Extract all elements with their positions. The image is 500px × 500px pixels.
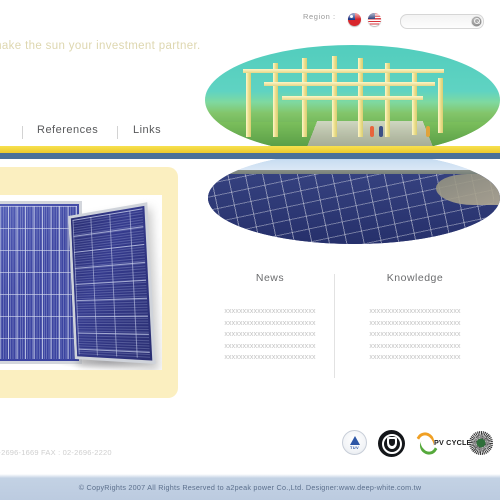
nav-separator — [22, 126, 23, 139]
search-icon[interactable] — [471, 15, 482, 27]
nav-item-links[interactable]: Links — [133, 124, 161, 136]
knowledge-section: Knowledge xxxxxxxxxxxxxxxxxxxxxxxxx xxxx… — [345, 272, 485, 364]
taiwan-flag[interactable] — [348, 13, 361, 26]
product-showcase-panel — [0, 167, 178, 398]
website-page: Region : make the sun your investment pa… — [0, 0, 500, 500]
solar-cell-grid — [0, 206, 77, 359]
pv-cycle-label: PV CYCLE — [434, 438, 472, 447]
tuv-certification-logo[interactable]: TUV — [342, 430, 367, 455]
solar-farm-photo — [208, 152, 500, 244]
news-item[interactable]: xxxxxxxxxxxxxxxxxxxxxxxxx — [200, 352, 340, 364]
usa-flag[interactable] — [368, 13, 381, 26]
solar-panel-tilted — [68, 202, 156, 364]
starburst-core — [476, 438, 486, 448]
nav-separator — [117, 126, 118, 139]
search-icon-handle — [477, 20, 481, 24]
certification-logos: TUV PV CYCLE — [342, 428, 494, 460]
tuv-triangle — [349, 436, 360, 445]
pv-cycle-logo[interactable]: PV CYCLE — [414, 428, 471, 459]
search-box[interactable] — [400, 14, 484, 30]
region-label: Region : — [303, 12, 336, 21]
news-heading: News — [255, 272, 285, 284]
footer-contact-info: ) 2-2696-1669 FAX : 02-2696-2220 — [0, 436, 112, 458]
knowledge-heading: Knowledge — [386, 272, 444, 284]
news-item[interactable]: xxxxxxxxxxxxxxxxxxxxxxxxx — [200, 341, 340, 353]
copyright-text: © CopyRights 2007 All Rights Reserved to… — [78, 483, 422, 492]
knowledge-item[interactable]: xxxxxxxxxxxxxxxxxxxxxxxxx — [345, 318, 485, 330]
flag-gloss — [348, 13, 361, 19]
copyright-bar: © CopyRights 2007 All Rights Reserved to… — [0, 474, 500, 500]
knowledge-item[interactable]: xxxxxxxxxxxxxxxxxxxxxxxxx — [345, 352, 485, 364]
solar-cell-grid — [72, 208, 151, 359]
footer-contact-line-2: 2-2696-1669 FAX : 02-2696-2220 — [0, 448, 112, 457]
footer-contact-line-1: ) — [0, 436, 112, 447]
flag-gloss — [368, 13, 381, 19]
polycrystalline-solar-panels[interactable] — [0, 195, 162, 370]
site-tagline: make the sun your investment partner. — [0, 40, 201, 52]
knowledge-item[interactable]: xxxxxxxxxxxxxxxxxxxxxxxxx — [345, 306, 485, 318]
blue-divider-bar — [0, 153, 500, 159]
starburst-certification-logo[interactable] — [468, 430, 494, 456]
safety-certification-logo[interactable] — [378, 430, 405, 457]
search-input[interactable] — [407, 15, 469, 30]
knowledge-item[interactable]: xxxxxxxxxxxxxxxxxxxxxxxxx — [345, 341, 485, 353]
tuv-label: TUV — [350, 445, 359, 450]
utility-bar: Region : — [0, 0, 500, 36]
news-section: News xxxxxxxxxxxxxxxxxxxxxxxxx xxxxxxxxx… — [200, 272, 340, 364]
news-item[interactable]: xxxxxxxxxxxxxxxxxxxxxxxxx — [200, 329, 340, 341]
greenhouse-structure-photo — [205, 45, 500, 155]
news-item[interactable]: xxxxxxxxxxxxxxxxxxxxxxxxx — [200, 306, 340, 318]
yellow-divider-bar — [0, 146, 500, 153]
nav-item-references[interactable]: References — [37, 124, 98, 136]
safety-logo-shield-inner — [388, 439, 395, 446]
news-item[interactable]: xxxxxxxxxxxxxxxxxxxxxxxxx — [200, 318, 340, 330]
knowledge-item[interactable]: xxxxxxxxxxxxxxxxxxxxxxxxx — [345, 329, 485, 341]
